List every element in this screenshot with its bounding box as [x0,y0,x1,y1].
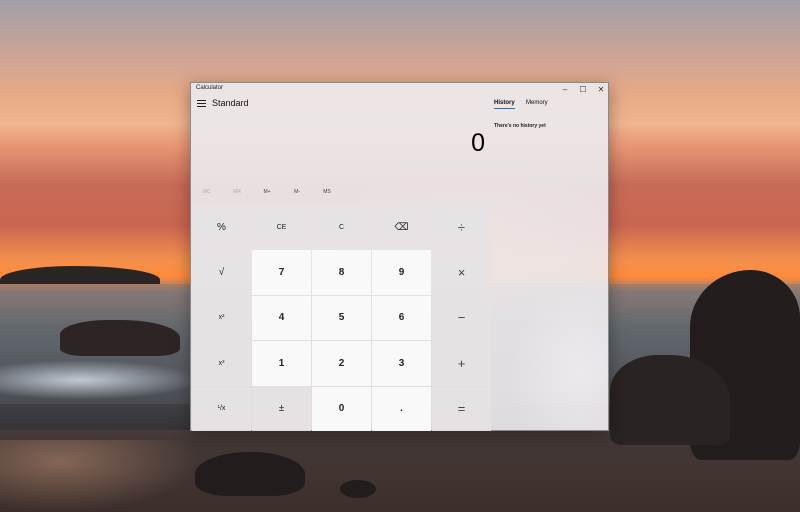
digit-3-button[interactable]: 3 [372,341,431,386]
tab-memory[interactable]: Memory [526,100,548,108]
digit-9-button[interactable]: 9 [372,250,431,295]
backspace-button[interactable]: ⌫ [372,205,431,250]
equals-button[interactable]: = [432,386,491,431]
distant-island [0,266,160,284]
cube-button[interactable]: x³ [192,341,251,386]
mode-title: Standard [212,98,249,108]
memory-recall-button[interactable]: MR [222,189,252,195]
digit-7-button[interactable]: 7 [252,250,311,295]
memory-row: MC MR M+ M- MS [191,189,489,201]
rock [610,355,730,445]
history-empty-message: There's no history yet [494,123,546,129]
memory-add-button[interactable]: M+ [252,189,282,195]
digit-1-button[interactable]: 1 [252,341,311,386]
digit-8-button[interactable]: 8 [312,250,371,295]
digit-6-button[interactable]: 6 [372,295,431,341]
panel-acrylic-glow [510,283,608,430]
square-root-button[interactable]: √ [192,250,251,295]
subtract-button[interactable]: − [432,295,491,341]
clear-button[interactable]: C [312,205,371,250]
sand-reflection [0,440,200,512]
add-button[interactable]: + [432,341,491,386]
multiply-button[interactable]: × [432,250,491,295]
memory-clear-button[interactable]: MC [192,189,222,195]
hamburger-menu-icon[interactable] [197,100,206,108]
square-button[interactable]: x² [192,295,251,341]
digit-2-button[interactable]: 2 [312,341,371,386]
memory-store-button[interactable]: MS [312,189,342,195]
negate-button[interactable]: ± [252,386,311,431]
result-display: 0 [471,129,485,157]
wave-foam [0,360,200,400]
digit-5-button[interactable]: 5 [312,295,371,341]
window-title: Calculator [196,85,224,91]
digit-0-button[interactable]: 0 [312,386,371,431]
divide-button[interactable]: ÷ [432,205,491,250]
rock [340,480,376,498]
percent-button[interactable]: % [192,205,251,250]
history-memory-panel: History Memory There's no history yet [490,83,608,430]
tab-history[interactable]: History [494,100,515,109]
memory-subtract-button[interactable]: M- [282,189,312,195]
keypad: % CE C ⌫ ÷ √ 7 8 9 × x² 4 5 6 − x³ 1 2 3… [192,205,491,431]
digit-4-button[interactable]: 4 [252,295,311,341]
decimal-point-button[interactable]: . [372,386,431,431]
calculator-window: Calculator – ☐ ✕ Standard 0 MC MR M+ M- … [190,82,609,431]
clear-entry-button[interactable]: CE [252,205,311,250]
reciprocal-button[interactable]: ¹/x [192,386,251,431]
rock [60,320,180,356]
rock [195,452,305,496]
